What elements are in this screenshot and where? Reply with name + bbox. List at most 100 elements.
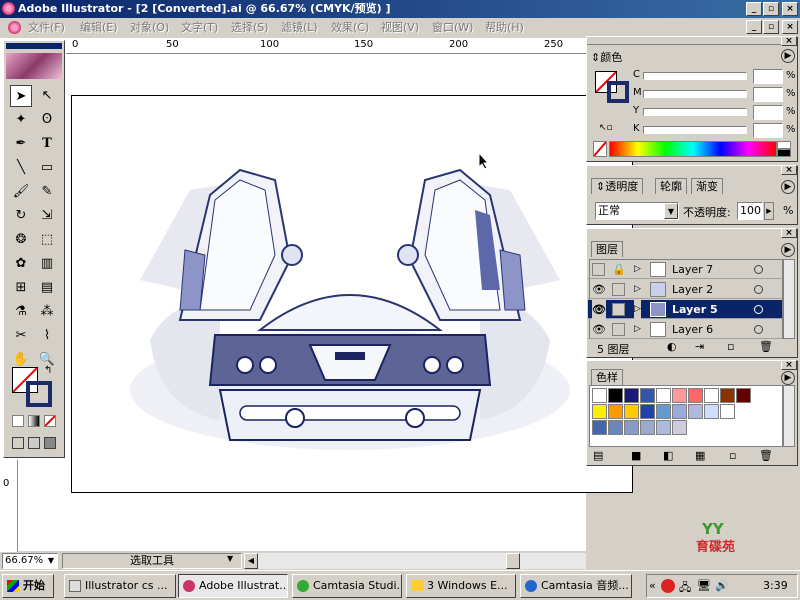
delete-swatch-icon[interactable]: 🗑 (759, 449, 773, 462)
color-swatch[interactable] (640, 420, 655, 435)
lasso-tool-icon[interactable]: ʘ (36, 109, 58, 131)
tab-outline[interactable]: 轮廓 (655, 178, 687, 194)
taskbar-item-windows-explorer[interactable]: 3 Windows E... (406, 574, 516, 598)
swap-colors-icon[interactable]: ↰ (44, 365, 52, 376)
mesh-tool-icon[interactable]: ⊞ (10, 277, 32, 299)
color-swatch[interactable] (656, 404, 671, 419)
menu-filter[interactable]: 滤镜(L) (281, 18, 318, 38)
panel-grip[interactable] (587, 37, 797, 45)
zoom-dropdown-icon[interactable]: ▼ (45, 554, 57, 568)
opacity-arrow-icon[interactable]: ▶ (764, 202, 774, 220)
toolbox-grip[interactable] (6, 43, 62, 49)
eye-icon[interactable]: 👁 (592, 280, 606, 299)
eyedropper-tool-icon[interactable]: ⚗ (10, 301, 32, 323)
panel-close-button[interactable]: × (781, 228, 797, 238)
delete-layer-icon[interactable]: 🗑 (759, 340, 773, 353)
color-swatch[interactable] (672, 404, 687, 419)
menu-object[interactable]: 对象(O) (130, 18, 169, 38)
out-of-gamut-icon[interactable]: ↖▫ (599, 123, 613, 133)
screen-mode-standard-icon[interactable] (12, 437, 24, 449)
close-button[interactable]: × (782, 2, 798, 16)
target-circle-icon[interactable] (754, 325, 763, 334)
yellow-input[interactable] (753, 105, 783, 120)
yellow-slider[interactable] (643, 108, 747, 116)
tab-transparency[interactable]: ⇕透明度 (591, 178, 644, 194)
scale-tool-icon[interactable]: ⇲ (36, 205, 58, 227)
doc-minimize-button[interactable]: _ (746, 20, 762, 34)
free-transform-tool-icon[interactable]: ⬚ (36, 229, 58, 251)
create-sublayer-icon[interactable]: ⇥ (695, 340, 704, 353)
record-icon[interactable] (661, 579, 675, 593)
layer-row-6[interactable]: 👁 ▷ Layer 6 (588, 320, 782, 339)
color-spectrum-bar[interactable] (609, 141, 777, 157)
tab-swatches[interactable]: 色样 (591, 369, 623, 385)
restore-button[interactable]: ▫ (763, 2, 779, 16)
blend-tool-icon[interactable]: ⁂ (36, 301, 58, 323)
menu-window[interactable]: 窗口(W) (432, 18, 473, 38)
taskbar-item-camtasia-studio[interactable]: Camtasia Studi... (292, 574, 402, 598)
gradient-swatches-icon[interactable]: ◧ (663, 449, 673, 462)
color-swatch[interactable] (688, 404, 703, 419)
menu-type[interactable]: 文字(T) (181, 18, 218, 38)
color-swatch[interactable] (672, 420, 687, 435)
scroll-left-button[interactable]: ◀ (244, 553, 258, 569)
none-mode-icon[interactable] (44, 415, 56, 427)
gradient-mode-icon[interactable] (28, 415, 40, 427)
lock-toggle[interactable] (612, 323, 625, 336)
lock-icon[interactable]: 🔒 (612, 260, 626, 279)
color-mode-icon[interactable] (12, 415, 24, 427)
target-circle-icon[interactable] (754, 285, 763, 294)
color-swatch[interactable] (608, 404, 623, 419)
menu-help[interactable]: 帮助(H) (485, 18, 524, 38)
color-swatch[interactable] (592, 420, 607, 435)
tab-layers[interactable]: 图层 (591, 241, 623, 257)
panel-close-button[interactable]: × (781, 36, 797, 46)
color-swatch[interactable] (720, 404, 735, 419)
symbol-sprayer-tool-icon[interactable]: ✿ (10, 253, 32, 275)
cyan-input[interactable] (753, 69, 783, 84)
rectangle-tool-icon[interactable]: ▭ (36, 157, 58, 179)
none-color-icon[interactable] (593, 141, 607, 157)
taskbar-item-illustrator[interactable]: Adobe Illustrat... (178, 574, 288, 598)
panel-menu-icon[interactable]: ▶ (781, 243, 795, 257)
magenta-slider[interactable] (643, 90, 747, 98)
color-swatch[interactable] (640, 388, 655, 403)
target-circle-icon[interactable] (754, 305, 763, 314)
eye-icon[interactable]: 👁 (592, 300, 606, 319)
minimize-button[interactable]: _ (746, 2, 762, 16)
color-swatch[interactable] (704, 388, 719, 403)
graph-tool-icon[interactable]: ▥ (36, 253, 58, 275)
color-swatch[interactable] (656, 420, 671, 435)
network-icon[interactable]: 🖧 (679, 579, 691, 598)
doc-close-button[interactable]: × (782, 20, 798, 34)
color-swatch[interactable] (672, 388, 687, 403)
expand-arrow-icon[interactable]: ▷ (634, 280, 641, 299)
color-swatch[interactable] (608, 420, 623, 435)
doc-restore-button[interactable]: ▫ (763, 20, 779, 34)
magenta-input[interactable] (753, 87, 783, 102)
visibility-toggle[interactable] (592, 263, 605, 276)
swatch-scrollbar[interactable] (783, 385, 795, 447)
slice-tool-icon[interactable]: ⌇ (36, 325, 58, 347)
gradient-tool-icon[interactable]: ▤ (36, 277, 58, 299)
layer-row-5[interactable]: 👁 ▷ Layer 5 (588, 300, 782, 319)
menu-select[interactable]: 选择(S) (231, 18, 269, 38)
color-swatch[interactable] (656, 388, 671, 403)
lock-toggle[interactable] (612, 303, 625, 316)
lock-toggle[interactable] (612, 283, 625, 296)
menu-file[interactable]: 文件(F) (28, 18, 65, 38)
direct-selection-tool-icon[interactable]: ↖ (36, 85, 58, 107)
eye-icon[interactable]: 👁 (592, 320, 606, 339)
panel-close-button[interactable]: × (781, 360, 797, 370)
status-tool-field[interactable]: 选取工具 (62, 553, 242, 569)
layer-name[interactable]: Layer 7 (672, 260, 713, 279)
color-swatch[interactable] (592, 404, 607, 419)
start-button[interactable]: 开始 (2, 574, 54, 598)
expand-arrow-icon[interactable]: ▷ (634, 320, 641, 339)
stroke-swatch[interactable] (26, 381, 52, 407)
color-swatch[interactable] (736, 388, 751, 403)
color-swatch[interactable] (640, 404, 655, 419)
target-circle-icon[interactable] (754, 265, 763, 274)
volume-icon[interactable]: 🔊 (715, 579, 729, 592)
cyan-slider[interactable] (643, 72, 747, 80)
